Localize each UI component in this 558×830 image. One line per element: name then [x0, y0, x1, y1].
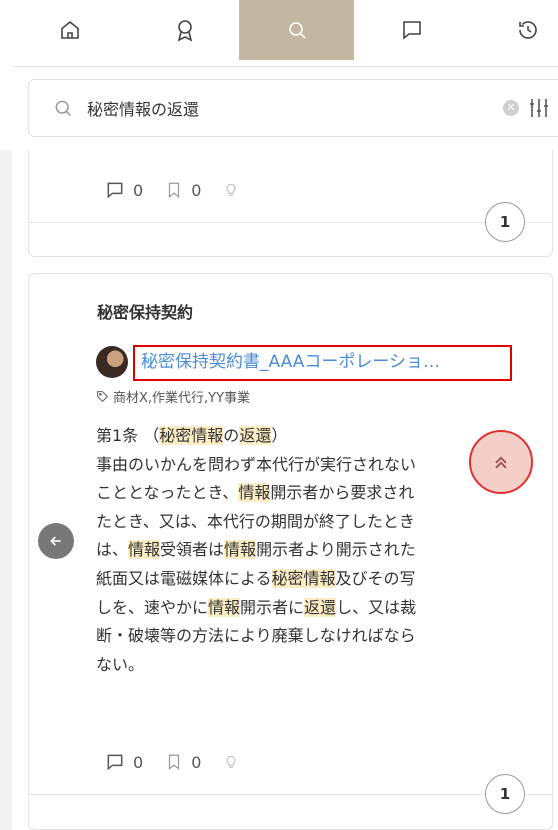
bookmark-icon [169, 754, 180, 771]
clause-line: ない。 [96, 651, 496, 680]
clause-text-segment: 及びその写 [335, 568, 416, 588]
highlighted-term: 情報 [208, 597, 241, 617]
clause-text-segment: 開示者より開示された [256, 540, 416, 560]
document-link[interactable]: 秘密保持契約書_AAAコーポレーショ… [133, 345, 512, 381]
clause-text-segment: 開示者から要求され [270, 483, 415, 503]
nav-ribbon[interactable] [127, 0, 242, 60]
clause-line: こととなったとき、情報開示者から要求され [96, 479, 496, 508]
card-actions: 0 0 [105, 752, 269, 772]
top-navigation [0, 0, 558, 60]
bookmark-count-value: 0 [191, 752, 202, 772]
scroll-top-button[interactable] [469, 430, 533, 494]
nav-chat[interactable] [354, 0, 469, 60]
comment-count-value: 0 [133, 180, 144, 200]
clause-text-segment: 受領者は [160, 540, 225, 560]
comment-icon [107, 182, 123, 199]
nav-home[interactable] [12, 0, 127, 60]
search-input[interactable]: 秘密情報の返還 [87, 96, 199, 120]
nav-search[interactable] [239, 0, 354, 60]
card-divider [29, 794, 552, 795]
nav-divider [12, 66, 558, 67]
clause-text-segment: 第1条 （ [96, 426, 160, 445]
clause-text-segment: ない。 [96, 654, 145, 674]
highlighted-term: 情報 [224, 540, 257, 560]
avatar[interactable] [96, 346, 128, 378]
count-badge[interactable]: 1 [485, 202, 525, 242]
clause-text-segment: しを、速やかに [96, 597, 209, 617]
nav-history[interactable] [470, 0, 558, 60]
filter-sliders-icon[interactable] [529, 97, 549, 119]
clause-text-segment: こととなったとき、 [96, 483, 239, 503]
bookmark-count[interactable]: 0 [165, 752, 201, 772]
tag-list: 商材X,作業代行,YY事業 [96, 387, 250, 406]
highlighted-term: 情報 [238, 483, 271, 503]
clear-icon[interactable]: ✕ [503, 100, 519, 116]
clause-line: 事由のいかんを問わず本代行が実行されない [96, 451, 496, 480]
double-chevron-up-icon [495, 456, 507, 469]
highlighted-term: 秘密情報 [159, 426, 224, 445]
comment-icon [107, 754, 123, 771]
search-icon [55, 100, 72, 117]
card-divider [29, 222, 552, 223]
card-actions: 0 0 [105, 180, 269, 200]
search-icon [288, 22, 306, 39]
highlighted-term: 秘密情報 [271, 568, 336, 588]
clause-line: 紙面又は電磁媒体による秘密情報及びその写 [96, 565, 496, 594]
left-rail [0, 150, 12, 830]
lightbulb-icon [226, 183, 236, 196]
clause-text-segment: し、又は裁 [336, 597, 417, 617]
clause-text-segment: 開示者に [240, 597, 305, 617]
comment-count[interactable]: 0 [105, 752, 143, 772]
clause-line: たとき、又は、本代行の期間が終了したとき [96, 508, 496, 537]
clause-line: は、情報受領者は情報開示者より開示された [96, 536, 496, 565]
result-card[interactable]: 秘密保持契約 秘密保持契約書_AAAコーポレーショ… 商材X,作業代行,YY事業… [28, 273, 553, 830]
idea-button[interactable] [223, 180, 247, 200]
history-icon [518, 21, 537, 39]
clause-line: しを、速やかに情報開示者に返還し、又は裁 [96, 594, 496, 623]
count-badge[interactable]: 1 [485, 774, 525, 814]
lightbulb-icon [226, 755, 236, 768]
home-icon [60, 20, 79, 39]
clause-text-segment: ） [271, 426, 288, 445]
ribbon-icon [177, 20, 192, 42]
back-button[interactable] [38, 523, 74, 559]
highlighted-term: 返還 [239, 426, 272, 445]
search-bar[interactable]: 秘密情報の返還 ✕ [28, 79, 558, 137]
clause-text-segment: 紙面又は電磁媒体による [96, 568, 272, 588]
clause-line: 断・破壊等の方法により廃棄しなければなら [96, 622, 496, 651]
clause-text-segment: 断・破壊等の方法により廃棄しなければなら [96, 626, 416, 646]
bookmark-count-value: 0 [191, 180, 202, 200]
bookmark-count[interactable]: 0 [165, 180, 201, 200]
tag-icon [97, 391, 109, 403]
highlighted-term: 情報 [128, 540, 161, 560]
chat-icon [402, 21, 421, 40]
clause-text: 第1条 （秘密情報の返還） 事由のいかんを問わず本代行が実行されない こととなったと… [96, 422, 496, 679]
clause-text-segment: は、 [96, 540, 129, 560]
highlighted-term: 返還 [304, 597, 337, 617]
idea-button[interactable] [223, 752, 247, 772]
arrow-left-icon [50, 536, 61, 546]
bookmark-icon [169, 182, 180, 199]
clause-text-segment: たとき、又は、本代行の期間が終了したとき [96, 511, 415, 531]
tags-text: 商材X,作業代行,YY事業 [113, 391, 251, 406]
card-title: 秘密保持契約 [97, 303, 194, 322]
clause-line: 第1条 （秘密情報の返還） [96, 422, 496, 451]
comment-count-value: 0 [133, 752, 144, 772]
result-card[interactable]: 0 0 1 [28, 150, 553, 257]
clause-text-segment: 事由のいかんを問わず本代行が実行されない [96, 454, 417, 474]
clause-text-segment: の [223, 426, 240, 445]
comment-count[interactable]: 0 [105, 180, 143, 200]
